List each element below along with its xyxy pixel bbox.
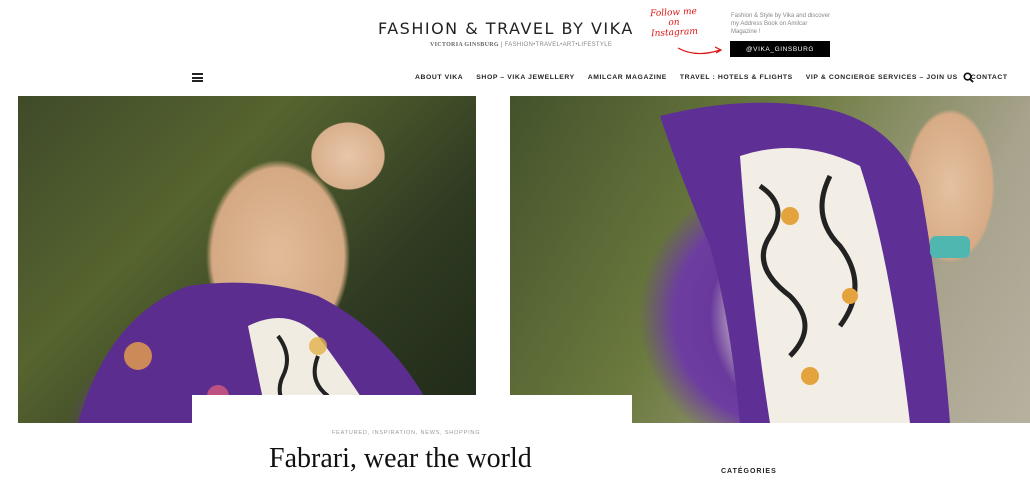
site-header: FASHION & TRAVEL BY VIKA VICTORIA GINSBU… [0, 0, 1030, 62]
post-categories[interactable]: FEATURED, INSPIRATION, NEWS, SHOPPING [332, 430, 480, 436]
featured-photo-left[interactable] [18, 96, 476, 423]
tagline-rest: | FASHION•TRAVEL•ART•LIFESTYLE [498, 42, 613, 48]
post-title[interactable]: Fabrari, wear the world [269, 443, 532, 475]
instagram-blurb: Fashion & Style by Vika and discover my … [731, 13, 830, 35]
site-title[interactable]: FASHION & TRAVEL BY VIKA [378, 19, 634, 38]
featured-photo-right[interactable] [510, 96, 1030, 423]
nav-menu: ABOUT VIKA SHOP – VIKA JEWELLERY AMILCAR… [415, 74, 1008, 81]
hamburger-icon[interactable] [192, 73, 203, 82]
nav-item-about-vika[interactable]: ABOUT VIKA [415, 74, 463, 81]
dress-pattern-left [78, 282, 438, 423]
search-icon[interactable] [963, 72, 974, 83]
nav-item-vip-concierge[interactable]: VIP & CONCIERGE SERVICES – JOIN US [806, 74, 958, 81]
nav-item-contact[interactable]: CONTACT [971, 74, 1008, 81]
sidebar-categories-heading: CATÉGORIES [721, 468, 777, 475]
nav-item-amilcar-magazine[interactable]: AMILCAR MAGAZINE [588, 74, 667, 81]
tagline-name: VICTORIA GINSBURG [430, 42, 499, 48]
site-tagline: VICTORIA GINSBURG | FASHION•TRAVEL•ART•L… [430, 42, 612, 48]
arrow-icon [677, 46, 723, 55]
follow-instagram-note: Follow me on Instagram [649, 6, 699, 40]
nav-item-shop[interactable]: SHOP – VIKA JEWELLERY [476, 74, 574, 81]
instagram-button[interactable]: @VIKA_GINSBURG [730, 41, 830, 57]
main-navigation: ABOUT VIKA SHOP – VIKA JEWELLERY AMILCAR… [0, 68, 1030, 88]
dress-pattern-right [660, 102, 970, 423]
nav-item-travel[interactable]: TRAVEL : HOTELS & FLIGHTS [680, 74, 793, 81]
